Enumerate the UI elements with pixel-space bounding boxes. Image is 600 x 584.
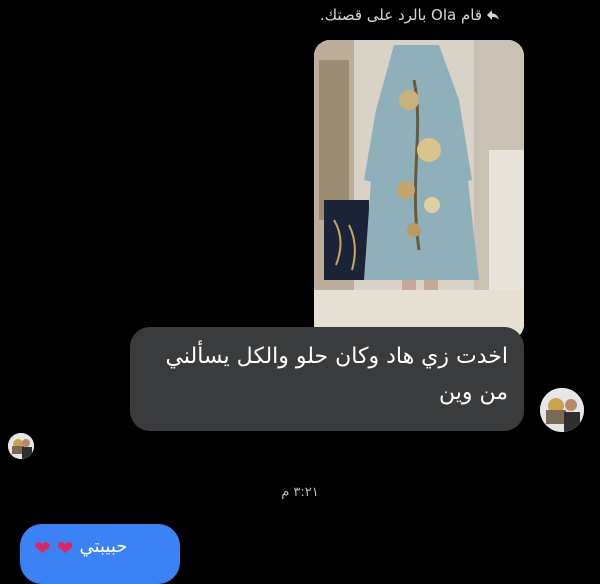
story-reply-header: قام Ola بالرد على قصتك.: [320, 6, 500, 24]
received-message-bubble[interactable]: اخدت زي هاد وكان حلو والكل يسألني من وين: [130, 327, 524, 431]
heart-icon: ❤: [56, 536, 74, 560]
story-photo[interactable]: [314, 40, 524, 340]
sent-message-bubble[interactable]: ❤ ❤ حبيبتي: [20, 524, 180, 584]
story-reply-label: قام Ola بالرد على قصتك.: [319, 6, 482, 24]
message-timestamp: ٣:٢١ م: [281, 485, 319, 500]
sender-small-avatar[interactable]: [8, 433, 34, 459]
sent-message-text: حبيبتي: [79, 536, 128, 557]
received-message-text: اخدت زي هاد وكان حلو والكل يسألني من وين: [165, 344, 508, 405]
sender-avatar[interactable]: [540, 388, 584, 432]
heart-icon: ❤: [34, 536, 51, 560]
reply-arrow-icon: [487, 10, 499, 20]
